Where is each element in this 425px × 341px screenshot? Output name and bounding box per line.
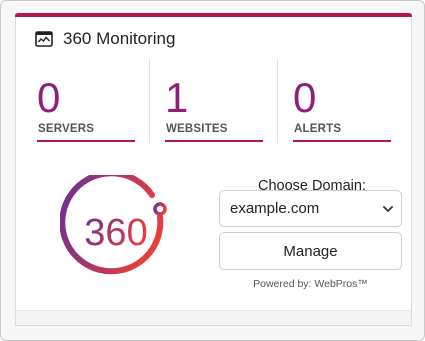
widget-header: 360 Monitoring — [35, 29, 175, 49]
domain-select-value: example.com — [230, 200, 320, 217]
chevron-down-icon — [381, 202, 395, 216]
stat-websites-underline — [165, 140, 263, 142]
stat-websites-label: WEBSITES — [166, 123, 228, 135]
widget-title: 360 Monitoring — [63, 29, 176, 48]
stat-alerts[interactable]: 0 ALERTS — [291, 59, 391, 143]
monitoring-widget: 360 Monitoring 0 SERVERS 1 WEBSITES 0 AL… — [15, 13, 412, 326]
logo-text: 360 — [84, 212, 147, 254]
domain-select[interactable]: example.com — [219, 190, 402, 227]
dashboard-frame: 360 Monitoring 0 SERVERS 1 WEBSITES 0 AL… — [0, 0, 425, 341]
stat-divider — [277, 59, 278, 143]
stat-websites[interactable]: 1 WEBSITES — [163, 59, 263, 143]
powered-by-text: Powered by: WebPros™ — [253, 278, 368, 290]
stat-servers[interactable]: 0 SERVERS — [35, 59, 135, 143]
manage-button[interactable]: Manage — [219, 232, 402, 270]
widget-footer — [16, 310, 411, 325]
stat-websites-value: 1 — [165, 74, 189, 121]
360-logo: 360 — [59, 170, 174, 289]
widget-accent-bar — [15, 13, 412, 17]
stat-divider — [149, 59, 150, 143]
stat-servers-underline — [37, 140, 135, 142]
stat-servers-label: SERVERS — [38, 123, 95, 135]
monitor-icon — [35, 30, 53, 48]
stat-alerts-underline — [293, 140, 391, 142]
stat-alerts-label: ALERTS — [294, 123, 342, 135]
stat-alerts-value: 0 — [293, 74, 317, 121]
stat-servers-value: 0 — [37, 74, 61, 121]
